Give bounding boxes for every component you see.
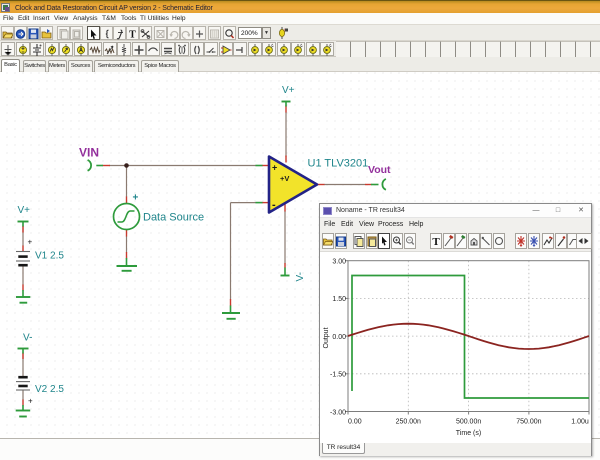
svg-text:+V: +V [280, 174, 289, 183]
svg-text:V-: V- [23, 333, 32, 344]
svg-text:+: + [28, 397, 33, 406]
svg-text:Data Source: Data Source [143, 212, 204, 224]
svg-text:0.00: 0.00 [348, 419, 362, 426]
svg-text:+: + [272, 163, 277, 173]
svg-text:+: + [133, 193, 139, 204]
svg-text:T: T [129, 30, 136, 41]
svg-text:V+: V+ [282, 85, 295, 96]
svg-text:V-: V- [295, 272, 306, 281]
svg-text:750.00n: 750.00n [516, 419, 541, 426]
svg-text:VIN: VIN [79, 146, 99, 160]
svg-text:Vout: Vout [368, 164, 391, 176]
svg-text:+: + [28, 238, 33, 247]
svg-text:-1.50: -1.50 [330, 372, 346, 379]
svg-text:-3.00: -3.00 [330, 409, 346, 416]
svg-text:T: T [432, 236, 440, 248]
svg-text:1.50: 1.50 [332, 296, 346, 303]
svg-text:-: - [272, 199, 276, 211]
svg-text:V1 2.5: V1 2.5 [35, 251, 64, 262]
svg-text:0.00: 0.00 [332, 334, 346, 341]
svg-text:U1 TLV3201: U1 TLV3201 [308, 158, 369, 170]
svg-text:Output: Output [323, 327, 330, 348]
svg-text:V2 2.5: V2 2.5 [35, 384, 64, 395]
svg-text:500.00n: 500.00n [456, 419, 481, 426]
svg-text:3.00: 3.00 [332, 259, 346, 266]
svg-text:V+: V+ [18, 205, 31, 216]
svg-text:1.00u: 1.00u [571, 419, 589, 426]
svg-text:Time (s): Time (s) [456, 430, 481, 437]
svg-text:250.00n: 250.00n [396, 419, 421, 426]
